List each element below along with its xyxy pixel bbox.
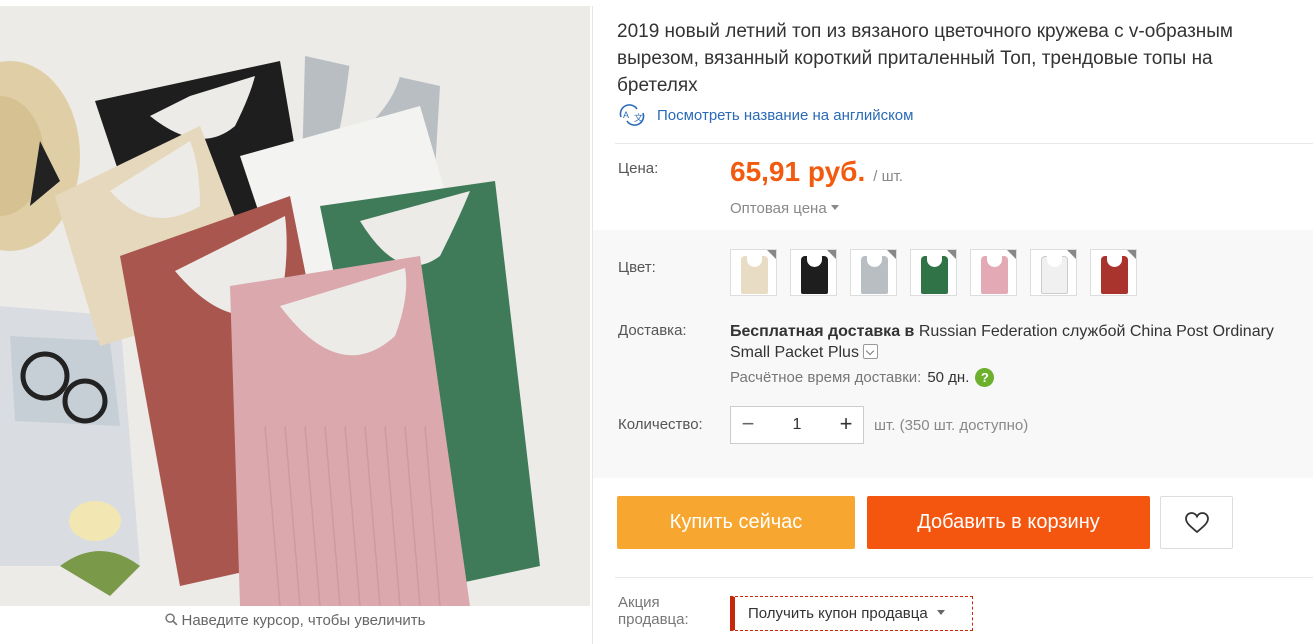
increase-quantity-button[interactable]: + <box>829 407 863 443</box>
color-label: Цвет: <box>618 259 656 276</box>
corner-tag-icon <box>767 250 776 259</box>
color-swatch-beige[interactable] <box>730 249 777 296</box>
available-quantity: шт. (350 шт. доступно) <box>874 417 1029 434</box>
swatch-image <box>1041 255 1068 294</box>
quantity-input[interactable]: 1 <box>765 416 829 434</box>
price-unit: / шт. <box>873 168 903 185</box>
zoom-hint-text: Наведите курсор, чтобы увеличить <box>181 612 426 629</box>
wishlist-button[interactable] <box>1160 496 1233 549</box>
corner-tag-icon <box>947 250 956 259</box>
price-amount: 65,91 руб. <box>730 156 866 187</box>
corner-tag-icon <box>887 250 896 259</box>
wholesale-price-dropdown[interactable]: Оптовая цена <box>730 200 839 217</box>
zoom-hint: Наведите курсор, чтобы увеличить <box>0 612 590 629</box>
eta-value: 50 дн. <box>927 369 970 386</box>
swatch-image <box>1101 255 1128 294</box>
corner-tag-icon <box>1007 250 1016 259</box>
swatch-image <box>981 255 1008 294</box>
color-swatch-white[interactable] <box>1030 249 1077 296</box>
wholesale-price-label: Оптовая цена <box>730 200 827 217</box>
delivery-label: Доставка: <box>618 322 687 339</box>
seller-promo-label-line2: продавца: <box>618 611 689 628</box>
product-title: 2019 новый летний топ из вязаного цветоч… <box>617 21 1233 96</box>
separator <box>615 143 1313 144</box>
corner-tag-icon <box>1127 250 1136 259</box>
corner-tag-icon <box>1067 250 1076 259</box>
color-swatch-black[interactable] <box>790 249 837 296</box>
eta-label: Расчётное время доставки: <box>730 369 922 386</box>
buy-now-button[interactable]: Купить сейчас <box>617 496 855 549</box>
quantity-stepper: − 1 + <box>730 406 864 444</box>
help-icon[interactable]: ? <box>975 368 995 387</box>
svg-text:文: 文 <box>634 112 643 124</box>
delivery-options-toggle[interactable] <box>862 344 878 359</box>
free-delivery-text: Бесплатная доставка в <box>730 323 915 340</box>
color-swatch-gray[interactable] <box>850 249 897 296</box>
color-swatch-green[interactable] <box>910 249 957 296</box>
swatch-image <box>741 255 768 294</box>
seller-coupon-label: Получить купон продавца <box>748 605 928 622</box>
swatch-image <box>801 255 828 294</box>
product-main-image[interactable] <box>0 6 590 606</box>
color-swatches <box>730 249 1150 296</box>
caret-down-icon <box>830 205 839 210</box>
seller-promo-label: Акция продавца: <box>618 594 689 628</box>
decrease-quantity-button[interactable]: − <box>731 407 765 443</box>
quantity-label: Количество: <box>618 416 703 433</box>
caret-down-icon <box>936 610 945 615</box>
corner-tag-icon <box>827 250 836 259</box>
add-to-cart-button[interactable]: Добавить в корзину <box>867 496 1150 549</box>
separator <box>615 577 1313 578</box>
color-swatch-red[interactable] <box>1090 249 1137 296</box>
swatch-image <box>921 255 948 294</box>
product-detail: 2019 новый летний топ из вязаного цветоч… <box>593 0 1313 644</box>
translate-link-text: Посмотреть название на английском <box>657 106 914 124</box>
seller-coupon-button[interactable]: Получить купон продавца <box>730 596 973 631</box>
seller-promo-label-line1: Акция <box>618 594 660 611</box>
heart-icon <box>1184 511 1209 533</box>
magnifier-icon <box>164 613 177 626</box>
delivery-info: Бесплатная доставка в Russian Federation… <box>730 321 1310 363</box>
price-label: Цена: <box>618 160 659 177</box>
translate-icon: A 文 <box>619 104 645 126</box>
delivery-eta: Расчётное время доставки: 50 дн. ? <box>730 368 995 387</box>
color-swatch-pink[interactable] <box>970 249 1017 296</box>
svg-text:A: A <box>623 110 629 120</box>
product-gallery: Наведите курсор, чтобы увеличить <box>0 0 592 644</box>
swatch-image <box>861 255 888 294</box>
translate-link[interactable]: A 文 Посмотреть название на английском <box>617 104 913 126</box>
price: 65,91 руб. / шт. <box>730 156 903 188</box>
